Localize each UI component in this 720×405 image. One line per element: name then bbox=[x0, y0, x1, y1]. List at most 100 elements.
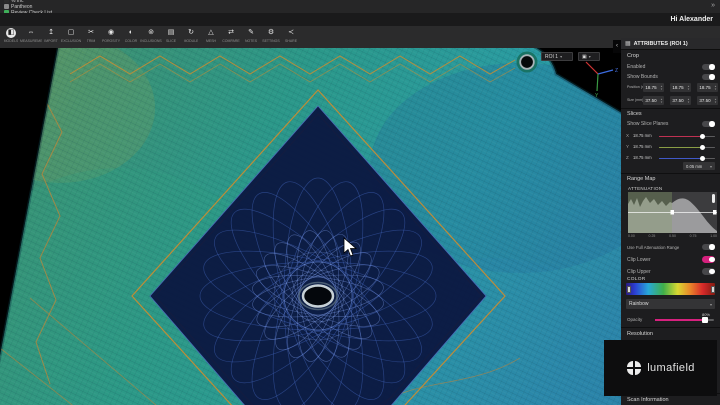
tool-label: MESH bbox=[206, 39, 216, 43]
tool-label: TRIM bbox=[87, 39, 96, 43]
tool-label: SLICE bbox=[166, 39, 176, 43]
toolbar-button[interactable]: ↻ MODULE bbox=[181, 28, 201, 43]
section-scan-information[interactable]: Scan Information bbox=[627, 397, 669, 403]
bookmark-favicon bbox=[4, 0, 9, 3]
position-value: 18.75 bbox=[643, 85, 659, 90]
toolbar-button[interactable]: ↥ IMPORT bbox=[41, 28, 61, 43]
size-input[interactable]: 37.50 ▴ ▾ bbox=[697, 96, 718, 105]
clip-upper-label: Clip Upper bbox=[627, 269, 651, 275]
slice-step-value: 0.05 mm bbox=[686, 164, 710, 169]
colormap-gradient[interactable] bbox=[626, 283, 715, 295]
use-full-range-toggle[interactable] bbox=[702, 244, 715, 251]
tool-icon: △ bbox=[206, 28, 216, 38]
attenuation-histogram[interactable] bbox=[628, 192, 717, 233]
tick-label: 0.50 bbox=[669, 234, 676, 238]
clip-lower-toggle[interactable] bbox=[702, 256, 715, 263]
axis-z-label: Z bbox=[615, 68, 618, 74]
clip-grip[interactable] bbox=[712, 194, 715, 203]
3d-viewport[interactable]: X Z Y ROI 1 ▾ ▣ ▾ bbox=[0, 48, 621, 405]
roi-dropdown-label: ROI 1 bbox=[545, 54, 558, 60]
lumafield-watermark: lumafield bbox=[604, 340, 717, 396]
chevron-down-icon: ▾ bbox=[560, 54, 562, 59]
toolbar-button[interactable]: ⚙ SETTINGS bbox=[261, 28, 281, 43]
tick-label: 0.00 bbox=[628, 234, 635, 238]
grid-icon: ▦ bbox=[625, 40, 631, 47]
section-range-map[interactable]: Range Map bbox=[627, 176, 655, 182]
toolbar-button[interactable]: ≺ SHARE bbox=[281, 28, 301, 43]
toolbar-button[interactable]: ✎ NOTES bbox=[241, 28, 261, 43]
section-resolution[interactable]: Resolution bbox=[627, 331, 653, 337]
slider-handle[interactable] bbox=[702, 317, 708, 323]
toolbar-button[interactable]: ◐ COLOR bbox=[121, 28, 141, 43]
scan-render: X Z Y bbox=[0, 48, 621, 405]
toolbar-button[interactable]: ⇔ MEASUREMENT bbox=[21, 28, 41, 43]
main-toolbar: ◧ MODELS ⇔ MEASUREMENT ↥ IMPORT ▢ EXCLUS… bbox=[0, 26, 720, 48]
toolbar-button[interactable]: ▤ SLICE bbox=[161, 28, 181, 43]
toolbar-button[interactable]: ⇄ COMPARE bbox=[221, 28, 241, 43]
enabled-toggle[interactable] bbox=[702, 64, 715, 71]
toolbar-button[interactable]: ✂ TRIM bbox=[81, 28, 101, 43]
slice-slider[interactable] bbox=[659, 147, 715, 149]
tool-icon: ⇔ bbox=[26, 28, 36, 38]
stepper[interactable]: ▴ ▾ bbox=[713, 98, 718, 102]
stepper[interactable]: ▴ ▾ bbox=[686, 85, 691, 89]
stepper[interactable]: ▴ ▾ bbox=[659, 98, 664, 102]
clip-upper-toggle[interactable] bbox=[702, 268, 715, 275]
slice-axis-label: Y bbox=[626, 144, 629, 149]
panel-collapse-button[interactable]: ‹ bbox=[613, 40, 621, 53]
roi-dropdown[interactable]: ROI 1 ▾ bbox=[541, 52, 573, 61]
size-input[interactable]: 37.50 ▴ ▾ bbox=[670, 96, 691, 105]
tool-label: COMPARE bbox=[222, 39, 239, 43]
tool-label: IMPORT bbox=[44, 39, 58, 43]
toolbar-button[interactable]: ◉ POROSITY bbox=[101, 28, 121, 43]
stepper-down-icon[interactable]: ▾ bbox=[715, 88, 716, 90]
show-slice-planes-toggle[interactable] bbox=[702, 121, 715, 128]
tool-label: SHARE bbox=[285, 39, 297, 43]
range-handle-right[interactable] bbox=[713, 210, 717, 215]
slice-step-dropdown[interactable]: 0.05 mm ▾ bbox=[683, 162, 715, 170]
position-input[interactable]: 18.75 ▴ ▾ bbox=[670, 83, 691, 92]
tool-icon: ↥ bbox=[46, 28, 56, 38]
stepper-down-icon[interactable]: ▾ bbox=[661, 88, 662, 90]
stepper[interactable]: ▴ ▾ bbox=[686, 98, 691, 102]
position-input[interactable]: 18.75 ▴ ▾ bbox=[643, 83, 664, 92]
show-bounds-toggle[interactable] bbox=[702, 74, 715, 81]
position-input[interactable]: 18.75 ▴ ▾ bbox=[697, 83, 718, 92]
user-menu[interactable]: Hi Alexander bbox=[670, 16, 713, 23]
slice-slider[interactable] bbox=[659, 136, 715, 138]
slider-handle[interactable] bbox=[700, 156, 705, 161]
slider-handle[interactable] bbox=[700, 145, 705, 150]
size-input[interactable]: 37.50 ▴ ▾ bbox=[643, 96, 664, 105]
toolbar-button[interactable]: ◧ MODELS bbox=[1, 28, 21, 43]
bookmarks-overflow-icon[interactable]: » bbox=[709, 2, 717, 9]
attenuation-axis-ticks: 0.000.250.500.751.00 bbox=[628, 234, 717, 238]
gradient-handle-right[interactable] bbox=[711, 286, 715, 293]
slice-axis-label: Z bbox=[626, 155, 629, 160]
opacity-row: Opacity 80% bbox=[621, 312, 720, 324]
range-handle-left[interactable] bbox=[671, 210, 675, 215]
opacity-label: Opacity bbox=[627, 317, 642, 322]
tool-icon: ⇄ bbox=[226, 28, 236, 38]
colormap-dropdown[interactable]: Rainbow ▾ bbox=[626, 299, 715, 309]
toolbar-button[interactable]: △ MESH bbox=[201, 28, 221, 43]
stepper-down-icon[interactable]: ▾ bbox=[688, 88, 689, 90]
use-full-range-label: Use Full Attenuation Range bbox=[627, 245, 679, 250]
toolbar-button[interactable]: ⊚ INCLUSIONS bbox=[141, 28, 161, 43]
stepper[interactable]: ▴ ▾ bbox=[659, 85, 664, 89]
view-dropdown[interactable]: ▣ ▾ bbox=[578, 52, 600, 61]
slice-slider[interactable] bbox=[659, 158, 715, 160]
tool-icon: ↻ bbox=[186, 28, 196, 38]
section-slices[interactable]: Slices bbox=[627, 111, 642, 117]
tool-label: MODULE bbox=[184, 39, 199, 43]
stepper-down-icon[interactable]: ▾ bbox=[661, 101, 662, 103]
stepper-down-icon[interactable]: ▾ bbox=[688, 101, 689, 103]
app-header: Hi Alexander bbox=[0, 13, 720, 26]
stepper[interactable]: ▴ ▾ bbox=[713, 85, 718, 89]
gradient-handle-left[interactable] bbox=[627, 286, 631, 293]
slider-handle[interactable] bbox=[700, 134, 705, 139]
toolbar-button[interactable]: ▢ EXCLUSION bbox=[61, 28, 81, 43]
stepper-down-icon[interactable]: ▾ bbox=[715, 101, 716, 103]
section-crop[interactable]: Crop bbox=[627, 53, 639, 59]
opacity-slider[interactable] bbox=[655, 319, 714, 321]
tick-label: 0.75 bbox=[690, 234, 697, 238]
